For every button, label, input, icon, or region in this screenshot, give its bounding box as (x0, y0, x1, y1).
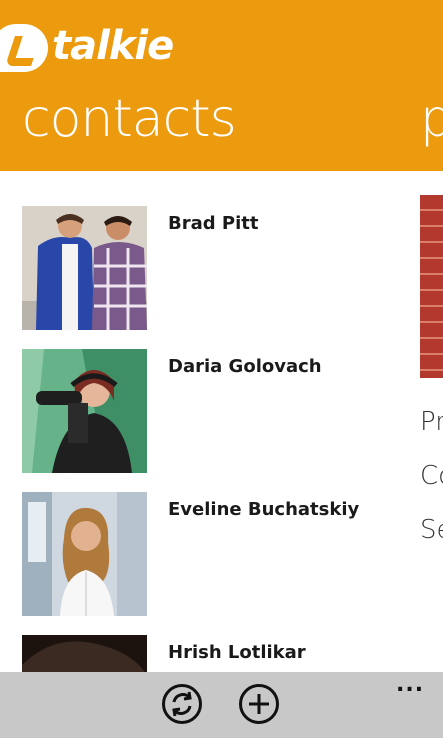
next-panel-item[interactable]: Co (420, 460, 443, 492)
next-panel-item[interactable]: Se (420, 514, 443, 546)
logo-badge-icon (0, 24, 48, 72)
app-logo: talkie (0, 22, 200, 78)
contact-list[interactable]: Brad Pitt Daria Golovach Eveline Buchats… (0, 171, 400, 672)
sync-icon (172, 691, 192, 717)
add-button[interactable] (239, 684, 279, 724)
app-bar: ... (0, 672, 443, 738)
logo-text: talkie (52, 23, 174, 69)
contact-photo (22, 349, 147, 473)
contact-item[interactable]: Daria Golovach (22, 349, 400, 473)
contact-name: Brad Pitt (168, 213, 259, 234)
contact-photo (22, 492, 147, 616)
contact-name: Hrish Lotlikar (168, 642, 306, 663)
add-icon (249, 694, 269, 714)
pivot-title-next[interactable]: p (420, 86, 443, 152)
header: talkie contacts p (0, 0, 443, 171)
contact-photo (22, 206, 147, 330)
more-options-button[interactable]: ... (396, 672, 424, 697)
next-panel-photo-peek (420, 195, 443, 378)
contact-item[interactable]: Brad Pitt (22, 206, 400, 330)
contact-photo (22, 635, 147, 672)
next-panel-item[interactable]: Pr (420, 406, 443, 438)
contact-name: Eveline Buchatskiy (168, 499, 360, 520)
pivot-title-contacts[interactable]: contacts (22, 86, 237, 152)
contact-item[interactable]: Eveline Buchatskiy (22, 492, 400, 616)
sync-button[interactable] (162, 684, 202, 724)
contact-name: Daria Golovach (168, 356, 322, 377)
contact-item[interactable]: Hrish Lotlikar (22, 635, 400, 672)
